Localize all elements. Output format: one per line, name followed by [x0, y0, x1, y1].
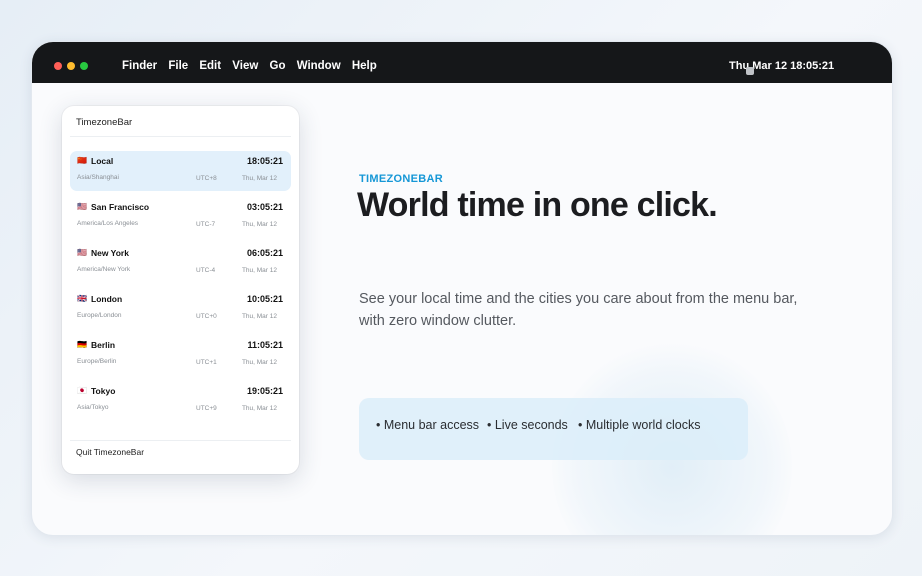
flag-icon: 🇺🇸 [77, 202, 87, 211]
city-time: 06:05:21 [246, 248, 283, 258]
clock-row-berlin[interactable]: 🇩🇪 Berlin 11:05:21 Europe/Berlin UTC+1 T… [70, 335, 291, 375]
feature-live-seconds: • Live seconds [487, 418, 568, 432]
clock-row-tokyo[interactable]: 🇯🇵 Tokyo 19:05:21 Asia/Tokyo UTC+9 Thu, … [70, 381, 291, 421]
utc-offset: UTC+9 [196, 405, 217, 412]
flag-icon: 🇩🇪 [77, 340, 87, 349]
quit-button[interactable]: Quit TimezoneBar [76, 447, 144, 457]
clock-row-san-francisco[interactable]: 🇺🇸 San Francisco 03:05:21 America/Los An… [70, 197, 291, 237]
hero-eyebrow: TIMEZONEBAR [359, 173, 443, 185]
city-name: Berlin [91, 340, 116, 350]
menu-bar: Finder File Edit View Go Window Help Thu… [32, 42, 892, 83]
city-name: San Francisco [91, 202, 150, 212]
divider [70, 136, 291, 137]
feature-world-clocks: • Multiple world clocks [578, 418, 701, 432]
feature-list: • Menu bar access • Live seconds • Multi… [359, 398, 748, 460]
menu-file[interactable]: File [168, 60, 188, 72]
flag-icon: 🇬🇧 [77, 294, 87, 303]
utc-offset: UTC-4 [196, 267, 216, 274]
hero-description: See your local time and the cities you c… [359, 291, 798, 329]
city-date: Thu, Mar 12 [241, 405, 277, 412]
city-name: London [91, 294, 123, 304]
utc-offset: UTC-7 [196, 221, 216, 228]
clock-row-new-york[interactable]: 🇺🇸 New York 06:05:21 America/New York UT… [70, 243, 291, 283]
city-date: Thu, Mar 12 [241, 267, 277, 274]
timezone-id: Europe/Berlin [77, 358, 117, 365]
popup-title: TimezoneBar [76, 117, 133, 128]
divider [70, 440, 291, 441]
city-time: 11:05:21 [247, 340, 283, 350]
timezone-popup: TimezoneBar 🇨🇳 Local 18:05:21 Asia/Shang… [62, 106, 299, 474]
timezone-id: Europe/London [77, 312, 122, 319]
flag-icon: 🇯🇵 [77, 386, 87, 395]
timezone-id: Asia/Shanghai [77, 174, 119, 181]
city-name: New York [91, 248, 129, 258]
zoom-window-button[interactable] [80, 62, 88, 70]
clock-row-london[interactable]: 🇬🇧 London 10:05:21 Europe/London UTC+0 T… [70, 289, 291, 329]
utc-offset: UTC+0 [196, 313, 217, 320]
menu-view[interactable]: View [232, 60, 258, 72]
close-window-button[interactable] [54, 62, 62, 70]
hero-headline: World time in one click. [357, 186, 718, 224]
clock-row-local[interactable]: 🇨🇳 Local 18:05:21 Asia/Shanghai UTC+8 Th… [70, 151, 291, 191]
feature-menu-bar-access: • Menu bar access [376, 418, 480, 432]
city-time: 19:05:21 [246, 386, 283, 396]
city-date: Thu, Mar 12 [241, 313, 277, 320]
menu-finder[interactable]: Finder [122, 60, 157, 72]
menubar-clock[interactable]: Thu Mar 12 18:05:21 [729, 60, 834, 72]
city-time: 03:05:21 [246, 202, 283, 212]
city-name: Tokyo [91, 386, 116, 396]
menu-edit[interactable]: Edit [199, 60, 221, 72]
timezone-id: Asia/Tokyo [77, 404, 109, 411]
city-time: 10:05:21 [246, 294, 283, 304]
minimize-window-button[interactable] [67, 62, 75, 70]
timezonebar-tray-icon[interactable] [746, 67, 754, 75]
city-date: Thu, Mar 12 [241, 175, 277, 182]
utc-offset: UTC+8 [196, 175, 217, 182]
menu-window[interactable]: Window [297, 60, 341, 72]
utc-offset: UTC+1 [196, 359, 217, 366]
city-name: Local [91, 156, 114, 166]
city-time: 18:05:21 [246, 156, 283, 166]
menu-go[interactable]: Go [270, 60, 286, 72]
flag-icon: 🇺🇸 [77, 248, 87, 257]
menu-help[interactable]: Help [352, 60, 377, 72]
city-date: Thu, Mar 12 [241, 221, 277, 228]
flag-icon: 🇨🇳 [77, 156, 87, 165]
timezone-id: America/Los Angeles [77, 220, 139, 227]
timezone-id: America/New York [77, 266, 131, 273]
menu-items: Finder File Edit View Go Window Help [122, 60, 385, 72]
city-date: Thu, Mar 12 [241, 359, 277, 366]
